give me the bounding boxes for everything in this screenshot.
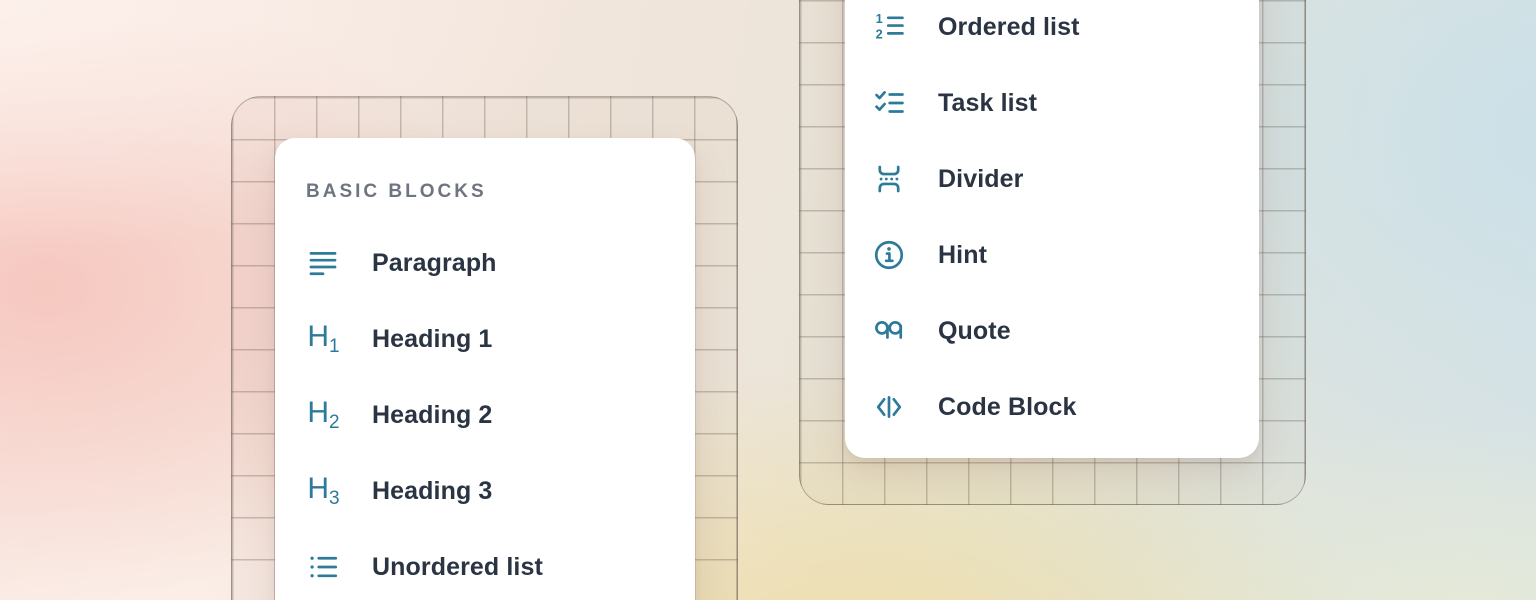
menu-item-ordered-list[interactable]: 12 Ordered list xyxy=(872,0,1259,65)
paragraph-icon xyxy=(306,246,340,280)
menu-item-label: Heading 2 xyxy=(372,401,492,430)
menu-item-label: Ordered list xyxy=(938,13,1080,42)
menu-item-label: Quote xyxy=(938,317,1011,346)
basic-blocks-menu: BASIC BLOCKS Paragraph H1 Heading 1 H2 H… xyxy=(275,138,695,600)
svg-text:2: 2 xyxy=(876,26,883,41)
menu-item-label: Heading 1 xyxy=(372,325,492,354)
menu-item-heading-3[interactable]: H3 Heading 3 xyxy=(306,453,695,529)
menu-item-hint[interactable]: Hint xyxy=(872,217,1259,293)
basic-blocks-section-header: BASIC BLOCKS xyxy=(306,180,695,204)
basic-blocks-menu-list: Paragraph H1 Heading 1 H2 Heading 2 H3 H… xyxy=(306,225,695,600)
quote-icon xyxy=(872,314,906,348)
menu-item-task-list[interactable]: Task list xyxy=(872,65,1259,141)
heading-2-icon: H2 xyxy=(306,398,340,432)
more-blocks-menu: 12 Ordered list Task list Divider Hint Q… xyxy=(845,0,1259,458)
menu-item-heading-2[interactable]: H2 Heading 2 xyxy=(306,377,695,453)
task-list-icon xyxy=(872,86,906,120)
heading-3-icon: H3 xyxy=(306,474,340,508)
menu-item-label: Paragraph xyxy=(372,249,497,278)
menu-item-paragraph[interactable]: Paragraph xyxy=(306,225,695,301)
menu-item-heading-1[interactable]: H1 Heading 1 xyxy=(306,301,695,377)
menu-item-code-block[interactable]: Code Block xyxy=(872,369,1259,445)
menu-item-divider[interactable]: Divider xyxy=(872,141,1259,217)
ordered-list-icon: 12 xyxy=(872,10,906,44)
menu-item-label: Divider xyxy=(938,165,1023,194)
svg-text:1: 1 xyxy=(876,11,883,26)
heading-1-icon: H1 xyxy=(306,322,340,356)
gradient-background: BASIC BLOCKS Paragraph H1 Heading 1 H2 H… xyxy=(0,0,1536,600)
menu-item-label: Task list xyxy=(938,89,1037,118)
hint-icon xyxy=(872,238,906,272)
menu-item-quote[interactable]: Quote xyxy=(872,293,1259,369)
menu-item-unordered-list[interactable]: Unordered list xyxy=(306,529,695,600)
divider-icon xyxy=(872,162,906,196)
menu-item-label: Heading 3 xyxy=(372,477,492,506)
unordered-list-icon xyxy=(306,550,340,584)
code-block-icon xyxy=(872,390,906,424)
menu-item-label: Code Block xyxy=(938,393,1077,422)
menu-item-label: Unordered list xyxy=(372,553,543,582)
menu-item-label: Hint xyxy=(938,241,987,270)
more-blocks-menu-list: 12 Ordered list Task list Divider Hint Q… xyxy=(872,0,1259,445)
